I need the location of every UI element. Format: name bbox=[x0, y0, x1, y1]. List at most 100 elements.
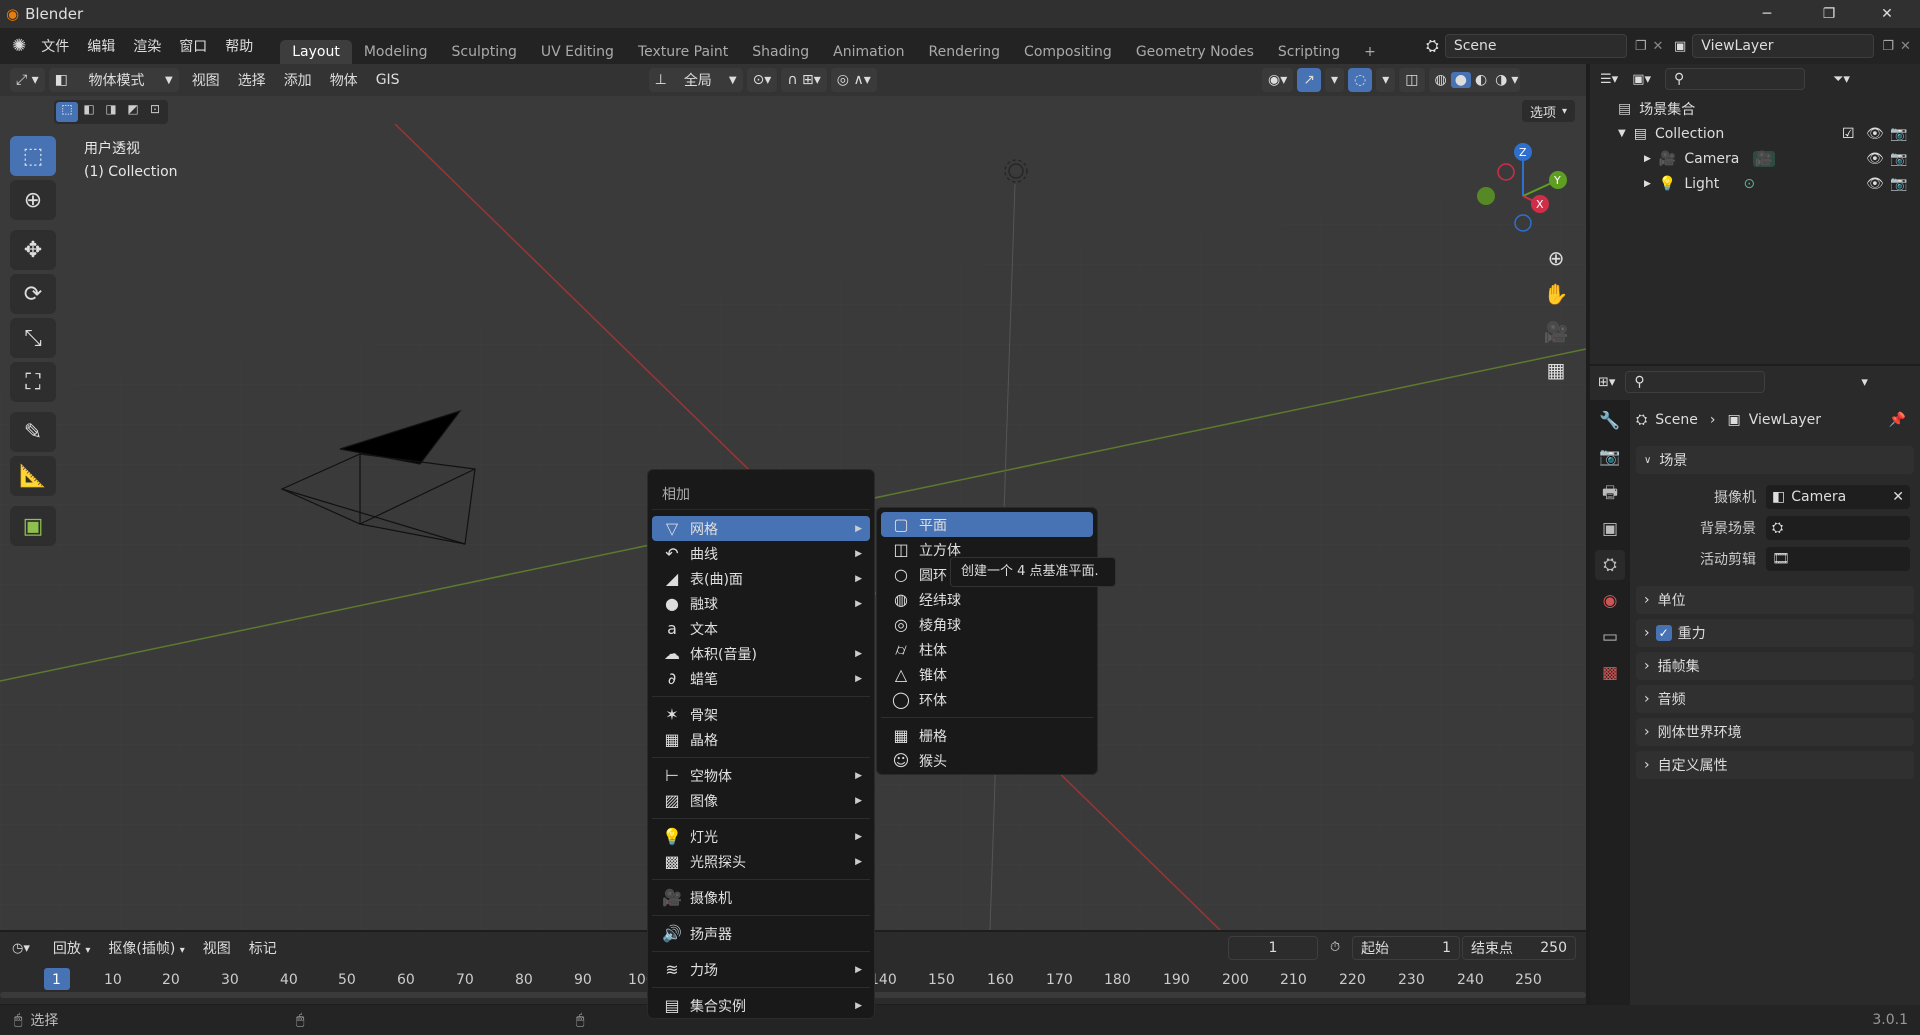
add-menu-item[interactable]: a 文本 bbox=[652, 616, 870, 641]
outliner-item-collection[interactable]: ▼ ▤ Collection ☑ 👁 📷 bbox=[1590, 121, 1920, 146]
output-tab[interactable]: 🖶 bbox=[1595, 478, 1625, 508]
tab-shading[interactable]: Shading bbox=[740, 40, 821, 64]
select-subtract-icon[interactable]: ◨ bbox=[100, 102, 122, 122]
overlay-toggle-button[interactable]: ◌ bbox=[1348, 68, 1373, 92]
eye-icon[interactable]: 👁 bbox=[1866, 151, 1884, 167]
camera-view-button[interactable]: 🎥 bbox=[1540, 316, 1572, 348]
blender-menu-icon[interactable]: ✺ bbox=[12, 36, 26, 56]
cursor-tool[interactable]: ⊕ bbox=[10, 180, 56, 220]
outliner-item-camera[interactable]: ▶ 🎥 Camera 🎥 👁 📷 bbox=[1590, 146, 1920, 171]
add-menu-item[interactable]: ⊢ 空物体 ▶ bbox=[652, 763, 870, 788]
mode-dropdown[interactable]: ◧ 物体模式 ▼ bbox=[48, 68, 179, 92]
menu-select[interactable]: 选择 bbox=[229, 70, 275, 90]
properties-editor-icon[interactable]: ⊞▾ bbox=[1598, 375, 1615, 390]
navigation-gizmo[interactable]: Z Y X bbox=[1468, 136, 1578, 246]
eye-icon[interactable]: 👁 bbox=[1866, 126, 1884, 142]
add-workspace-button[interactable]: + bbox=[1352, 40, 1388, 64]
expand-arrow-icon[interactable]: ▶ bbox=[1644, 179, 1651, 189]
add-menu-item[interactable]: 🔊 扬声器 bbox=[652, 921, 870, 946]
mesh-submenu-item[interactable]: ⌭ 柱体 bbox=[881, 637, 1093, 662]
mesh-submenu-item[interactable]: △ 锥体 bbox=[881, 662, 1093, 687]
options-dropdown[interactable]: 选项 ▾ bbox=[1522, 100, 1576, 122]
pin-icon[interactable]: 📌 bbox=[1889, 412, 1906, 428]
filter-icon[interactable]: ⏷▾ bbox=[1833, 72, 1850, 87]
proportional-edit-button[interactable]: ◎ ∧▾ bbox=[830, 68, 877, 92]
view-layer-tab[interactable]: ▣ bbox=[1595, 514, 1625, 544]
rendered-shading-icon[interactable]: ◑ bbox=[1491, 72, 1511, 88]
world-tab[interactable]: ◉ bbox=[1595, 586, 1625, 616]
tab-layout[interactable]: Layout bbox=[280, 40, 352, 64]
zoom-button[interactable]: ⊕ bbox=[1540, 242, 1572, 274]
panel-keying-sets[interactable]: › 插帧集 bbox=[1636, 652, 1914, 680]
collection-tab[interactable]: ▭ bbox=[1595, 622, 1625, 652]
properties-search[interactable]: ⚲ bbox=[1625, 371, 1766, 393]
camera-field[interactable]: ◧ Camera ✕ bbox=[1766, 485, 1910, 509]
tab-texture-paint[interactable]: Texture Paint bbox=[626, 40, 740, 64]
menu-render[interactable]: 渲染 bbox=[124, 36, 170, 56]
texture-tab[interactable]: ▩ bbox=[1595, 658, 1625, 688]
maximize-button[interactable]: ❐ bbox=[1800, 0, 1858, 28]
checkbox-icon[interactable]: ☑ bbox=[1842, 126, 1855, 142]
stopwatch-icon[interactable]: ⏱ bbox=[1330, 940, 1340, 955]
panel-audio[interactable]: › 音频 bbox=[1636, 685, 1914, 713]
mesh-submenu-item[interactable]: ◎ 棱角球 bbox=[881, 612, 1093, 637]
menu-marker[interactable]: 标记 bbox=[240, 938, 286, 958]
menu-keying[interactable]: 抠像(插帧) ▾ bbox=[99, 938, 193, 958]
eye-icon[interactable]: 👁 bbox=[1866, 176, 1884, 192]
ortho-toggle-button[interactable]: ▦ bbox=[1540, 354, 1572, 386]
background-scene-field[interactable]: ⛭ bbox=[1766, 516, 1910, 540]
select-intersect-icon[interactable]: ⊡ bbox=[144, 102, 166, 122]
add-menu-item[interactable]: 💡 灯光 ▶ bbox=[652, 824, 870, 849]
delete-viewlayer-icon[interactable]: ✕ bbox=[1900, 39, 1911, 54]
camera-render-icon[interactable]: 📷 bbox=[1890, 151, 1907, 167]
rotate-tool[interactable]: ⟳ bbox=[10, 274, 56, 314]
panel-custom-properties[interactable]: › 自定义属性 bbox=[1636, 751, 1914, 779]
panel-rigid-body-world[interactable]: › 刚体世界环境 bbox=[1636, 718, 1914, 746]
scene-icon[interactable]: ⛭ bbox=[1426, 36, 1439, 56]
add-menu-item[interactable]: ✶ 骨架 bbox=[652, 702, 870, 727]
start-frame-field[interactable]: 起始 1 bbox=[1352, 936, 1460, 960]
clear-icon[interactable]: ✕ bbox=[1892, 489, 1904, 505]
menu-help[interactable]: 帮助 bbox=[216, 36, 262, 56]
add-menu-item[interactable]: ↶ 曲线 ▶ bbox=[652, 541, 870, 566]
solid-shading-icon[interactable]: ● bbox=[1450, 72, 1471, 88]
chevron-down-icon[interactable]: ▾ bbox=[1861, 375, 1868, 390]
outliner-item-light[interactable]: ▶ 💡 Light ⊙ 👁 📷 bbox=[1590, 171, 1920, 196]
panel-units[interactable]: › 单位 bbox=[1636, 586, 1914, 614]
snap-button[interactable]: ∩ ⊞▾ bbox=[781, 68, 827, 92]
expand-arrow-icon[interactable]: ▶ bbox=[1644, 154, 1651, 164]
viewlayer-icon[interactable]: ▣ bbox=[1674, 39, 1686, 54]
gizmo-toggle-button[interactable]: ↗ bbox=[1297, 68, 1321, 92]
add-menu-item[interactable]: ☁ 体积(音量) ▶ bbox=[652, 641, 870, 666]
current-frame-field[interactable]: 1 bbox=[1228, 936, 1318, 960]
add-menu-item[interactable]: ● 融球 ▶ bbox=[652, 591, 870, 616]
mesh-submenu-item[interactable]: ◯ 环体 bbox=[881, 687, 1093, 712]
expand-arrow-icon[interactable]: ▼ bbox=[1618, 128, 1626, 139]
close-button[interactable]: ✕ bbox=[1858, 0, 1916, 28]
panel-scene[interactable]: ∨ 场景 bbox=[1636, 446, 1914, 474]
new-viewlayer-icon[interactable]: ❐ bbox=[1882, 39, 1894, 54]
scale-tool[interactable]: ⤡ bbox=[10, 318, 56, 358]
menu-gis[interactable]: GIS bbox=[367, 72, 409, 88]
add-menu-item[interactable]: ▽ 网格 ▶ bbox=[652, 516, 870, 541]
select-invert-icon[interactable]: ◩ bbox=[122, 102, 144, 122]
move-tool[interactable]: ✥ bbox=[10, 230, 56, 270]
tab-sculpting[interactable]: Sculpting bbox=[440, 40, 529, 64]
add-menu-item[interactable]: 🎥 摄像机 bbox=[652, 885, 870, 910]
pan-button[interactable]: ✋ bbox=[1540, 278, 1572, 310]
tab-uv-editing[interactable]: UV Editing bbox=[529, 40, 626, 64]
camera-render-icon[interactable]: 📷 bbox=[1890, 176, 1907, 192]
add-menu-item[interactable]: ▩ 光照探头 ▶ bbox=[652, 849, 870, 874]
visibility-button[interactable]: ◉▾ bbox=[1262, 68, 1294, 92]
material-shading-icon[interactable]: ◐ bbox=[1471, 72, 1491, 88]
add-menu-item[interactable]: ∂ 蜡笔 ▶ bbox=[652, 666, 870, 691]
annotate-tool[interactable]: ✎ bbox=[10, 412, 56, 452]
chevron-down-icon[interactable]: ▾ bbox=[1511, 72, 1518, 88]
add-menu-item[interactable]: ▤ 集合实例 ▶ bbox=[652, 993, 870, 1018]
camera-data-icon[interactable]: 🎥 bbox=[1753, 150, 1775, 167]
mesh-submenu-item[interactable]: ☺ 猴头 bbox=[881, 748, 1093, 773]
add-menu-item[interactable]: ▦ 晶格 bbox=[652, 727, 870, 752]
gizmo-dropdown[interactable]: ▾ bbox=[1324, 68, 1345, 92]
select-extend-icon[interactable]: ◧ bbox=[78, 102, 100, 122]
camera-render-icon[interactable]: 📷 bbox=[1890, 126, 1907, 142]
